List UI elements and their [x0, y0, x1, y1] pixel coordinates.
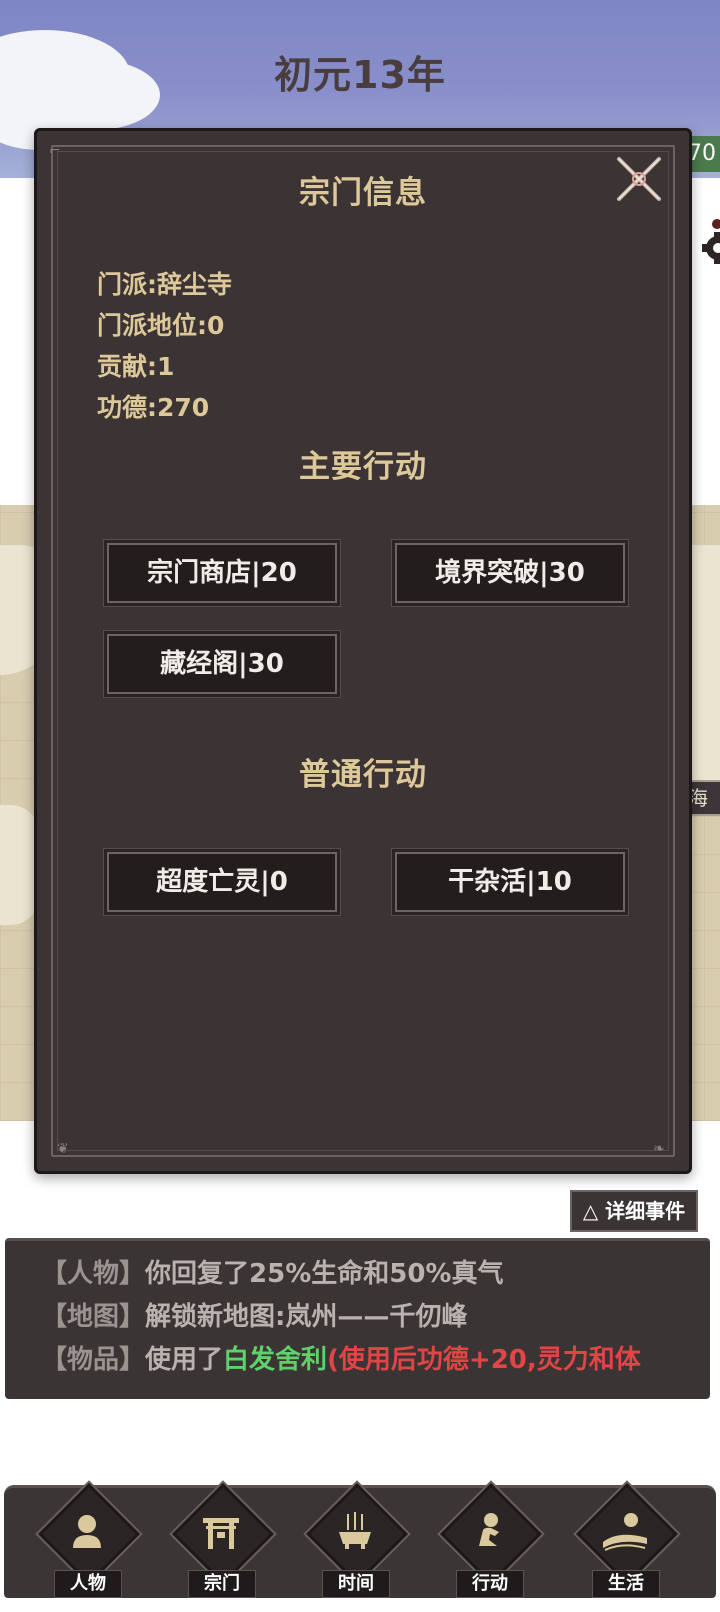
scripture-pavilion-button[interactable]: 藏经阁|30 — [107, 634, 337, 694]
sect-position: 门派地位:0 — [97, 311, 225, 340]
landscape-icon — [603, 1513, 647, 1551]
odd-jobs-button[interactable]: 干杂活|10 — [395, 852, 625, 912]
detail-events-button[interactable]: △ 详细事件 — [570, 1190, 698, 1232]
nav-label: 宗门 — [188, 1570, 256, 1598]
corner-ornament-icon: ❦ — [57, 1141, 69, 1157]
nav-label: 生活 — [592, 1570, 660, 1598]
nav-tab-sect[interactable]: 宗门 — [166, 1483, 276, 1598]
sect-contribution: 贡献:1 — [97, 352, 175, 381]
log-tag: 【地图】 — [41, 1302, 146, 1332]
nav-label: 行动 — [456, 1570, 524, 1598]
gear-icon[interactable] — [690, 218, 720, 268]
gate-icon — [203, 1518, 239, 1549]
nav-tab-life[interactable]: 生活 — [570, 1483, 680, 1598]
log-text: 解锁新地图:岚州——千仞峰 — [145, 1302, 468, 1332]
person-icon — [73, 1515, 101, 1548]
log-entry: 【地图】解锁新地图:岚州——千仞峰 — [41, 1296, 467, 1333]
log-tag: 【人物】 — [41, 1259, 146, 1289]
log-item-name: 白发舍利 — [223, 1345, 328, 1375]
log-entry: 【人物】你回复了25%生命和50%真气 — [41, 1253, 503, 1290]
realm-breakthrough-button[interactable]: 境界突破|30 — [395, 543, 625, 603]
event-log: 【人物】你回复了25%生命和50%真气 【地图】解锁新地图:岚州——千仞峰 【物… — [5, 1238, 710, 1399]
normal-actions-title: 普通行动 — [299, 757, 427, 793]
nav-tab-time[interactable]: 时间 — [300, 1483, 410, 1598]
log-entry: 【物品】使用了白发舍利(使用后功德+20,灵力和体 — [41, 1339, 641, 1376]
sect-info-dialog: ⌐ ❦ ❧ 宗门信息 门派:辞尘寺 门派地位:0 贡献:1 功德:270 主要行… — [34, 128, 692, 1174]
incense-burner-icon — [339, 1512, 371, 1549]
nav-label: 人物 — [54, 1570, 122, 1598]
sect-shop-button[interactable]: 宗门商店|20 — [107, 543, 337, 603]
release-souls-button[interactable]: 超度亡灵|0 — [107, 852, 337, 912]
nav-tab-character[interactable]: 人物 — [32, 1483, 142, 1598]
log-text: 你回复了25%生命和50%真气 — [145, 1259, 504, 1289]
log-tag: 【物品】 — [41, 1345, 146, 1375]
year-title: 初元13年 — [274, 53, 446, 97]
log-text: 使用了 — [145, 1345, 224, 1375]
nav-tab-action[interactable]: 行动 — [434, 1483, 544, 1598]
main-actions-title: 主要行动 — [299, 449, 427, 485]
sect-info-title: 宗门信息 — [299, 175, 427, 211]
nav-label: 时间 — [322, 1570, 390, 1598]
action-icon — [479, 1513, 499, 1546]
sect-merit: 功德:270 — [97, 393, 210, 422]
bottom-navigation: 人物 宗门 时间 行动 生活 — [4, 1483, 716, 1598]
sect-name: 门派:辞尘寺 — [97, 270, 232, 299]
corner-ornament-icon: ⌐ — [49, 143, 61, 159]
log-item-effect: (使用后功德+20,灵力和体 — [327, 1345, 641, 1375]
corner-ornament-icon: ❧ — [653, 1141, 665, 1157]
